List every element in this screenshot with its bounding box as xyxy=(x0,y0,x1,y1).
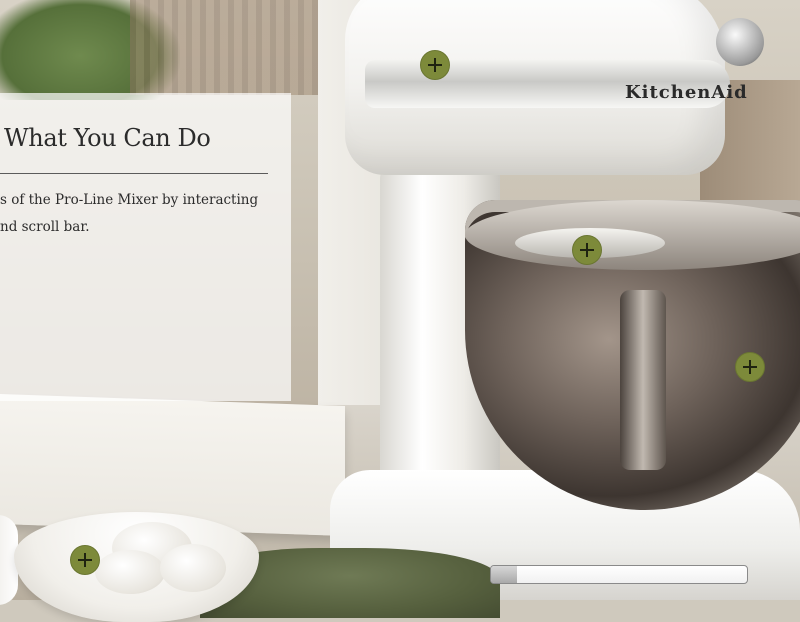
panel-title: What You Can Do xyxy=(4,124,211,152)
mixer-attachment-knob xyxy=(716,18,764,66)
egg xyxy=(160,544,226,592)
plus-icon xyxy=(421,51,449,79)
hotspot-bowl[interactable] xyxy=(735,352,765,382)
hotspot-eggs[interactable] xyxy=(70,545,100,575)
product-scene: KitchenAid What You Can Do s of the Pro-… xyxy=(0,0,800,622)
background-fence xyxy=(130,0,320,95)
egg xyxy=(95,550,165,594)
mixer-bowl-handle xyxy=(620,290,666,470)
hotspot-beater[interactable] xyxy=(572,235,602,265)
plus-icon xyxy=(736,353,764,381)
horizontal-scrollbar[interactable] xyxy=(490,565,748,584)
scrollbar-thumb[interactable] xyxy=(491,566,517,583)
hotspot-speed-control[interactable] xyxy=(420,50,450,80)
plus-icon xyxy=(71,546,99,574)
plus-icon xyxy=(573,236,601,264)
panel-body-line: nd scroll bar. xyxy=(0,219,90,235)
mixer-brand-logo: KitchenAid xyxy=(625,82,748,103)
panel-divider xyxy=(0,173,268,174)
panel-body-line: s of the Pro-Line Mixer by interacting xyxy=(0,192,259,208)
